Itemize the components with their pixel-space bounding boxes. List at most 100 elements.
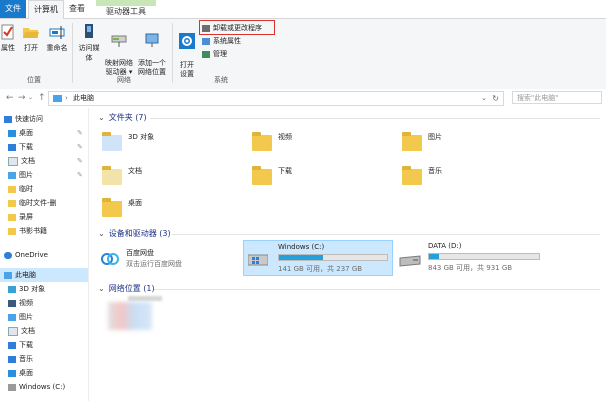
drive-c-item[interactable]: Windows (C:) 141 GB 可用，共 237 GB bbox=[243, 240, 393, 276]
tab-drive-tools[interactable]: 驱动器工具 bbox=[96, 6, 156, 18]
document-icon bbox=[8, 156, 18, 166]
folder-label: 音乐 bbox=[428, 167, 442, 175]
folder-label: 3D 对象 bbox=[128, 133, 155, 141]
drive-c-usage-bar bbox=[278, 254, 388, 261]
map-drive-label: 映射网络 驱动器 ▾ bbox=[105, 59, 133, 76]
open-settings-label: 打开 设置 bbox=[180, 61, 194, 78]
nav-item-documents[interactable]: 文档 bbox=[8, 154, 35, 168]
ribbon-separator bbox=[172, 23, 173, 83]
open-folder-icon bbox=[23, 28, 39, 38]
recent-chevron-icon[interactable]: ⌄ bbox=[28, 89, 33, 107]
nav-label: 书影书籍 bbox=[19, 227, 47, 235]
nav-label: 下载 bbox=[19, 341, 33, 349]
download-folder-icon bbox=[252, 166, 272, 185]
drive-c-usage-fill bbox=[279, 255, 323, 260]
ribbon: 属性 打开 重命名 位置 访问媒体 映射网络 驱动器 ▾ 添加一个 网络位置 网… bbox=[0, 19, 606, 90]
media-device-icon bbox=[85, 24, 93, 38]
nav-label: 桌面 bbox=[19, 369, 33, 377]
nav-item-temp[interactable]: 临时 bbox=[8, 182, 33, 196]
drive-icon bbox=[8, 383, 16, 391]
nav-this-pc[interactable]: 此电脑 bbox=[0, 268, 88, 282]
nav-label: 临时 bbox=[19, 185, 33, 193]
pin-icon[interactable]: ✎ bbox=[77, 157, 83, 165]
video-folder-icon bbox=[252, 132, 272, 151]
windows-drive-icon bbox=[248, 254, 268, 266]
drive-icon bbox=[399, 255, 421, 267]
section-header-devices[interactable]: ⌄ 设备和驱动器 (3) bbox=[98, 228, 171, 239]
address-field[interactable]: › 此电脑 ⌄ ↻ bbox=[48, 91, 504, 106]
ribbon-tabs: 文件 计算机 查看 驱动器工具 bbox=[0, 0, 606, 19]
manage-label: 管理 bbox=[213, 50, 227, 58]
nav-item-downloads[interactable]: 下载 bbox=[8, 140, 33, 154]
drive-d-name: DATA (D:) bbox=[428, 242, 462, 250]
pin-icon[interactable]: ✎ bbox=[77, 129, 83, 137]
folder-icon bbox=[8, 213, 16, 221]
add-network-location-button[interactable]: 添加一个 网络位置 bbox=[136, 23, 168, 77]
open-settings-button[interactable]: 打开 设置 bbox=[176, 23, 198, 79]
nav-quick-access[interactable]: 快速访问 bbox=[4, 112, 43, 126]
redacted-network-label bbox=[128, 296, 162, 301]
group-label-location: 位置 bbox=[27, 76, 41, 84]
document-icon bbox=[8, 326, 18, 336]
nav-onedrive[interactable]: OneDrive bbox=[4, 248, 48, 262]
nav-item-desktop[interactable]: 桌面 bbox=[8, 126, 33, 140]
nav-pc-desktop[interactable]: 桌面 bbox=[8, 366, 33, 380]
nav-pc-documents[interactable]: 文档 bbox=[8, 324, 35, 338]
folder-icon bbox=[8, 227, 16, 235]
map-network-drive-button[interactable]: 映射网络 驱动器 ▾ bbox=[104, 23, 134, 77]
nav-item-pictures[interactable]: 图片 bbox=[8, 168, 33, 182]
up-arrow-icon[interactable]: ↑ bbox=[38, 89, 46, 107]
nav-label: OneDrive bbox=[15, 251, 48, 259]
nav-pc-videos[interactable]: 视频 bbox=[8, 296, 33, 310]
chevron-down-icon: ⌄ bbox=[98, 113, 105, 122]
address-dropdown-icon[interactable]: ⌄ bbox=[481, 92, 487, 105]
section-header-folders[interactable]: ⌄ 文件夹 (7) bbox=[98, 112, 147, 123]
tab-file[interactable]: 文件 bbox=[0, 0, 26, 18]
folder-label: 图片 bbox=[428, 133, 442, 141]
drive-d-usage-fill bbox=[429, 254, 440, 259]
refresh-icon[interactable]: ↻ bbox=[492, 92, 499, 105]
nav-item-recordings[interactable]: 录屏 bbox=[8, 210, 33, 224]
nav-pc-downloads[interactable]: 下载 bbox=[8, 338, 33, 352]
desktop-icon bbox=[8, 129, 16, 137]
navigation-pane: 快速访问 桌面 ✎ 下载 ✎ 文档 ✎ 图片 ✎ 临时 临时文件-删 录屏 书影… bbox=[0, 108, 89, 401]
folder-label: 视频 bbox=[278, 133, 292, 141]
search-input[interactable]: 搜索"此电脑" bbox=[512, 91, 602, 104]
computer-icon bbox=[53, 95, 62, 102]
properties-label: 属性 bbox=[1, 44, 15, 52]
star-icon bbox=[4, 115, 12, 123]
folder-icon bbox=[8, 199, 16, 207]
section-title: 文件夹 (7) bbox=[108, 113, 147, 122]
section-divider bbox=[172, 234, 600, 235]
section-header-network[interactable]: ⌄ 网络位置 (1) bbox=[98, 283, 155, 294]
redacted-network-item[interactable] bbox=[108, 302, 152, 330]
pin-icon[interactable]: ✎ bbox=[77, 171, 83, 179]
tab-view[interactable]: 查看 bbox=[64, 0, 90, 18]
tab-computer[interactable]: 计算机 bbox=[28, 0, 64, 19]
manage-icon bbox=[202, 50, 210, 58]
open-button[interactable]: 打开 bbox=[20, 23, 42, 53]
properties-button[interactable]: 属性 bbox=[0, 23, 16, 53]
forward-arrow-icon[interactable]: → bbox=[18, 89, 26, 107]
nav-item-books[interactable]: 书影书籍 bbox=[8, 224, 47, 238]
nav-item-temp-files[interactable]: 临时文件-删 bbox=[8, 196, 57, 210]
nav-pc-drive-c[interactable]: Windows (C:) bbox=[8, 380, 65, 394]
back-arrow-icon[interactable]: ← bbox=[6, 89, 14, 107]
nav-label: 下载 bbox=[19, 143, 33, 151]
desktop-folder-icon bbox=[102, 198, 122, 217]
access-media-button[interactable]: 访问媒体 bbox=[76, 23, 102, 63]
system-properties-button[interactable]: 系统属性 bbox=[202, 36, 241, 47]
baidu-name: 百度网盘 bbox=[126, 249, 154, 257]
nav-label: 快速访问 bbox=[15, 115, 43, 123]
picture-icon bbox=[8, 171, 16, 179]
pin-icon[interactable]: ✎ bbox=[77, 143, 83, 151]
nav-pc-3d-objects[interactable]: 3D 对象 bbox=[8, 282, 45, 296]
rename-button[interactable]: 重命名 bbox=[44, 23, 70, 53]
manage-button[interactable]: 管理 bbox=[202, 49, 227, 60]
baidu-subtitle: 双击运行百度网盘 bbox=[126, 260, 182, 268]
drive-d-item[interactable]: DATA (D:) 843 GB 可用，共 931 GB bbox=[396, 240, 546, 276]
nav-pc-music[interactable]: 音乐 bbox=[8, 352, 33, 366]
breadcrumb-this-pc[interactable]: 此电脑 bbox=[73, 92, 94, 105]
baidu-netdisk-item[interactable]: 百度网盘 双击运行百度网盘 bbox=[98, 245, 238, 273]
nav-pc-pictures[interactable]: 图片 bbox=[8, 310, 33, 324]
